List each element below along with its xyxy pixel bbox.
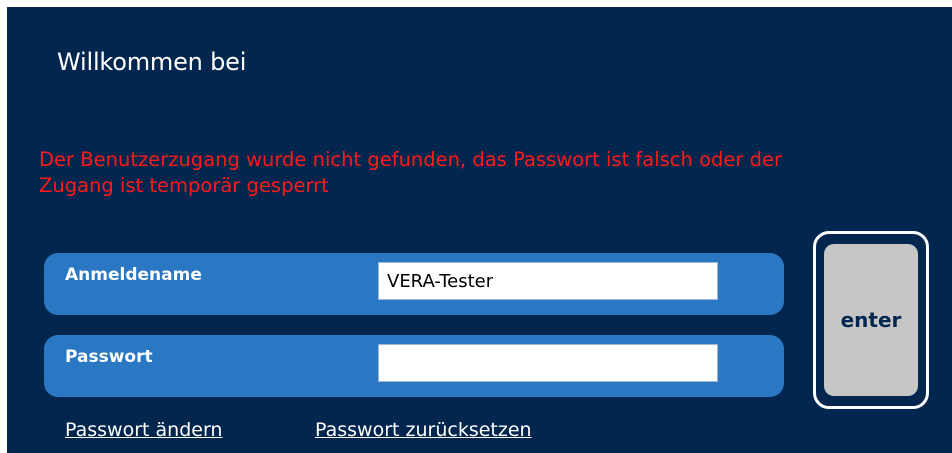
change-password-link[interactable]: Passwort ändern	[65, 419, 222, 441]
reset-password-link[interactable]: Passwort zurücksetzen	[315, 419, 532, 441]
password-label: Passwort	[65, 347, 153, 367]
username-row: Anmeldename	[44, 253, 784, 315]
password-input[interactable]	[378, 344, 718, 382]
username-label: Anmeldename	[65, 265, 202, 285]
enter-button[interactable]: enter	[824, 244, 918, 396]
password-row: Passwort	[44, 335, 784, 397]
username-input[interactable]	[378, 262, 718, 300]
welcome-title: Willkommen bei	[57, 48, 247, 76]
error-message: Der Benutzerzugang wurde nicht gefunden,…	[39, 148, 782, 197]
